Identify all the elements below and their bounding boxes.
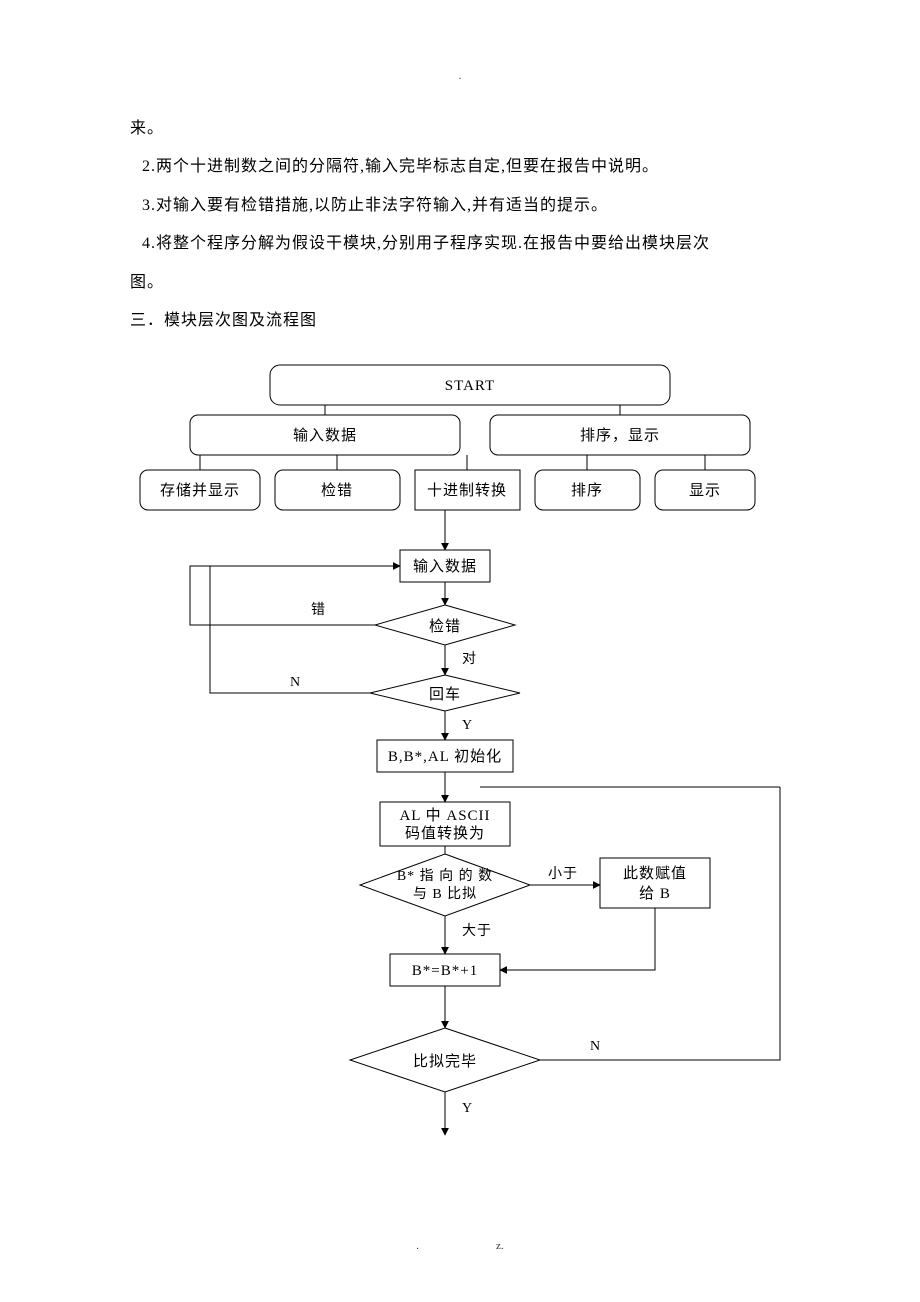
header-dot: . <box>0 70 920 82</box>
f-done-Y: Y <box>462 1101 473 1116</box>
f-conv-l1: AL 中 ASCII <box>399 807 490 824</box>
h-start-label: START <box>445 378 495 394</box>
f-enter-Y: Y <box>462 718 473 733</box>
h-b2-label: 检错 <box>321 482 353 499</box>
para-0: 来。 <box>130 110 790 148</box>
page-body: 来。 2.两个十进制数之间的分隔符,输入完毕标志自定,但要在报告中说明。 3.对… <box>0 0 920 1190</box>
f-init-label: B,B*,AL 初始化 <box>388 748 502 765</box>
f-check-label: 检错 <box>429 618 461 635</box>
f-assign-l2: 给 B <box>639 885 671 902</box>
para-4: 图。 <box>130 264 790 302</box>
para-2: 3.对输入要有检错措施,以防止非法字符输入,并有适当的提示。 <box>130 187 790 225</box>
h-b4-label: 排序 <box>571 482 603 499</box>
para-1: 2.两个十进制数之间的分隔符,输入完毕标志自定,但要在报告中说明。 <box>130 148 790 186</box>
diagram: START 输入数据 排序，显示 存储并显示 检错 十进制转换 排序 显示 <box>130 360 790 1150</box>
f-cmp-l1: B* 指 向 的 数 <box>397 868 493 884</box>
f-done-N: N <box>590 1039 601 1054</box>
footer: . z. <box>0 1240 920 1252</box>
path-done-N <box>540 787 780 1060</box>
path-assign-inc <box>500 908 655 970</box>
f-check-err: 错 <box>311 602 326 618</box>
f-cmp-l2: 与 B 比拟 <box>413 886 477 902</box>
f-enter-N: N <box>290 675 301 690</box>
h-mid-right-label: 排序，显示 <box>580 427 660 444</box>
f-assign-l1: 此数赋值 <box>623 865 687 882</box>
footer-z: z. <box>496 1240 504 1252</box>
f-enter-label: 回车 <box>429 686 461 703</box>
f-input-label: 输入数据 <box>413 558 477 575</box>
diagram-svg: START 输入数据 排序，显示 存储并显示 检错 十进制转换 排序 显示 <box>130 360 790 1150</box>
h-b5-label: 显示 <box>689 483 721 499</box>
para-3: 4.将整个程序分解为假设干模块,分别用子程序实现.在报告中要给出模块层次 <box>130 225 790 263</box>
path-enter-N <box>210 566 370 693</box>
f-cmp-diamond <box>360 854 530 916</box>
h-b1-label: 存储并显示 <box>160 482 240 499</box>
f-conv-l2: 码值转换为 <box>405 825 485 842</box>
f-cmp-lt: 小于 <box>548 866 578 882</box>
f-inc-label: B*=B*+1 <box>412 963 478 979</box>
f-check-ok: 对 <box>462 651 477 667</box>
section-title: 三．模块层次图及流程图 <box>130 302 790 340</box>
path-err-loop <box>190 566 400 625</box>
h-b3-label: 十进制转换 <box>427 482 507 499</box>
footer-dot: . <box>416 1240 419 1252</box>
h-mid-left-label: 输入数据 <box>293 427 357 444</box>
f-done-label: 比拟完毕 <box>413 1053 477 1070</box>
f-cmp-gt: 大于 <box>462 923 492 939</box>
